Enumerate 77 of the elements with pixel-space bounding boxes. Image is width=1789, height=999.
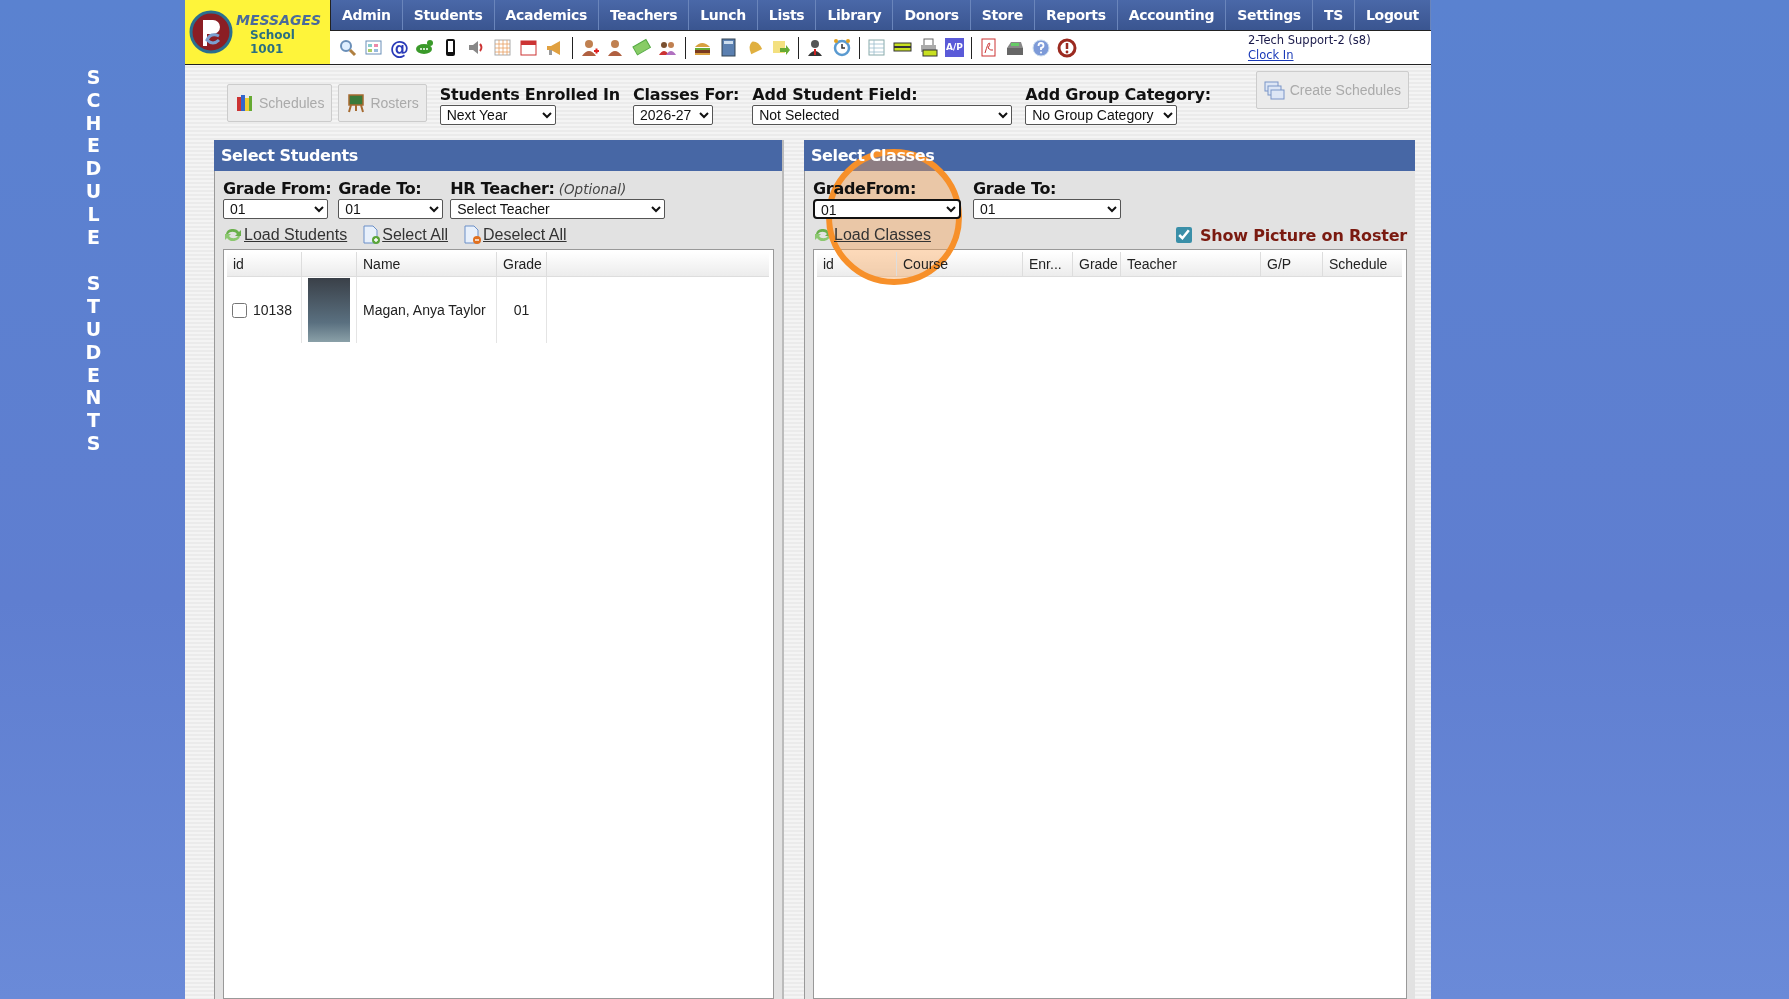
row-checkbox[interactable] bbox=[232, 302, 247, 318]
dropdown[interactable]: 01 bbox=[973, 199, 1121, 219]
nav-item[interactable]: Store bbox=[970, 0, 1035, 30]
action-link[interactable]: Deselect All bbox=[483, 226, 567, 244]
field-label: Grade To: bbox=[338, 179, 423, 198]
dropdown[interactable]: Select Teacher bbox=[450, 199, 666, 219]
dropdown[interactable]: No Group Category bbox=[1025, 105, 1178, 125]
column-header: G/P bbox=[1261, 252, 1323, 276]
table-cell: Magan, Anya Taylor bbox=[363, 302, 486, 318]
person-add-icon[interactable] bbox=[579, 37, 600, 58]
grid-icon[interactable] bbox=[363, 37, 384, 58]
nav-item[interactable]: Admin bbox=[330, 0, 403, 30]
column-header: Grade bbox=[497, 252, 547, 276]
field-label: Add Student Field: bbox=[752, 85, 919, 104]
dropdown[interactable]: 01 bbox=[223, 199, 328, 219]
dropdown[interactable]: 01 bbox=[338, 199, 444, 219]
alarm-clock-icon[interactable] bbox=[831, 37, 852, 58]
field-label: Students Enrolled In bbox=[439, 85, 621, 104]
column-header: Enr... bbox=[1023, 252, 1073, 276]
column-header: Teacher bbox=[1121, 252, 1261, 276]
action-link[interactable]: Load Classes bbox=[834, 226, 931, 244]
clock-in-link[interactable]: Clock In bbox=[1247, 47, 1294, 63]
column-header: Name bbox=[357, 252, 497, 276]
dropdown[interactable]: 01 bbox=[813, 199, 961, 219]
panel-header: Select Students bbox=[214, 140, 782, 171]
field-label: Grade From: bbox=[223, 179, 332, 198]
vertical-title: STUDENTS bbox=[84, 272, 103, 455]
nav-item[interactable]: TS bbox=[1312, 0, 1355, 30]
pdf-icon[interactable] bbox=[978, 37, 999, 58]
nav-item[interactable]: Academics bbox=[494, 0, 599, 30]
column-header: Schedule bbox=[1328, 255, 1389, 274]
email-icon[interactable]: @ bbox=[389, 37, 409, 58]
help-icon[interactable] bbox=[1030, 37, 1051, 58]
easel-icon bbox=[346, 93, 367, 113]
nav-item[interactable]: Logout bbox=[1354, 0, 1431, 30]
dropdown[interactable]: 2026-27 bbox=[633, 105, 714, 125]
logo-text: MESSAGES bbox=[236, 12, 323, 28]
nav-item[interactable]: Students bbox=[402, 0, 495, 30]
action-link[interactable]: Select All bbox=[382, 226, 448, 244]
nav-item[interactable]: Teachers bbox=[598, 0, 690, 30]
field-label: Add Group Category: bbox=[1025, 85, 1211, 104]
stacked-windows-icon bbox=[1263, 80, 1286, 100]
column-header: id bbox=[817, 252, 897, 276]
document-remove-icon[interactable] bbox=[462, 225, 482, 245]
table-cell: 10138 bbox=[253, 302, 292, 318]
column-header: Grade bbox=[1073, 252, 1121, 276]
vertical-title: SCHEDULE bbox=[84, 66, 103, 249]
alert-icon[interactable] bbox=[1056, 37, 1077, 58]
nav-item[interactable]: Donors bbox=[893, 0, 971, 30]
nav-item[interactable]: Settings bbox=[1226, 0, 1313, 30]
search-icon[interactable] bbox=[337, 37, 358, 58]
photo-placeholder bbox=[308, 278, 350, 342]
document-add-icon[interactable] bbox=[361, 225, 382, 245]
school-name: School 1001 bbox=[250, 28, 296, 56]
checkbox[interactable] bbox=[1175, 227, 1192, 243]
field-label: HR Teacher: bbox=[450, 179, 555, 198]
dropdown[interactable]: Next Year bbox=[439, 105, 556, 125]
logo-emblem-icon bbox=[189, 10, 233, 54]
nav-item[interactable]: Library bbox=[816, 0, 894, 30]
calendar-icon[interactable] bbox=[518, 37, 539, 58]
accounts-payable-icon[interactable]: A/P bbox=[944, 38, 964, 57]
nav-item[interactable]: Accounting bbox=[1117, 0, 1227, 30]
nav-item[interactable]: Reports bbox=[1035, 0, 1118, 30]
field-label: Classes For: bbox=[633, 85, 740, 104]
field-label: Grade To: bbox=[973, 179, 1058, 198]
table-cell: 01 bbox=[513, 302, 530, 318]
book-icon[interactable] bbox=[718, 37, 739, 58]
printer-icon[interactable] bbox=[918, 37, 939, 58]
nav-item[interactable]: Lunch bbox=[689, 0, 758, 30]
action-link[interactable]: Load Students bbox=[244, 226, 348, 244]
nav-item[interactable]: Lists bbox=[757, 0, 817, 30]
optional-hint: (Optional) bbox=[558, 181, 627, 197]
user-name: 2-Tech Support-2 (s8) bbox=[1247, 32, 1371, 48]
dropdown[interactable]: Not Selected bbox=[752, 105, 1013, 125]
books-icon bbox=[235, 93, 255, 113]
checkbox-label: Show Picture on Roster bbox=[1199, 225, 1407, 245]
column-header: id bbox=[227, 252, 302, 276]
